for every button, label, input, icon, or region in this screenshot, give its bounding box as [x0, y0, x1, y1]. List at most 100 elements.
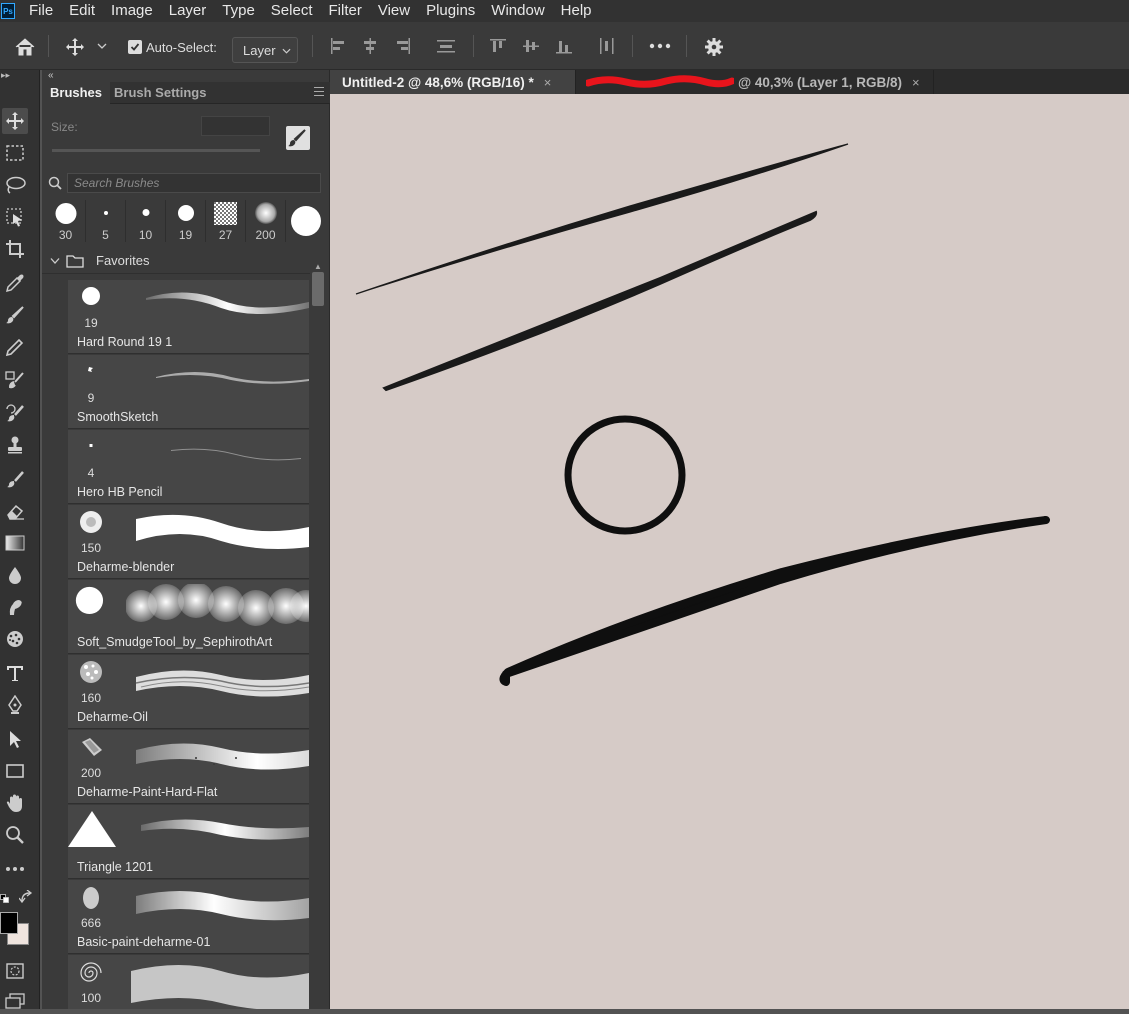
clone-brush-icon[interactable]	[2, 366, 28, 392]
dodge-sponge-icon[interactable]	[2, 626, 28, 652]
brush-pencil-icon	[288, 129, 306, 147]
circle-stroke	[564, 415, 686, 535]
type-tool-icon[interactable]	[2, 660, 28, 686]
menu-type[interactable]: Type	[214, 0, 263, 22]
tab-untitled-2[interactable]: Untitled-2 @ 48,6% (RGB/16) * ×	[330, 70, 576, 94]
pencil-icon[interactable]	[2, 334, 28, 360]
tab-document-2[interactable]: @ 40,3% (Layer 1, RGB/8) ×	[576, 70, 934, 94]
stamp-icon[interactable]	[2, 432, 28, 458]
menu-file[interactable]: File	[21, 0, 61, 22]
menu-window[interactable]: Window	[483, 0, 552, 22]
preset-brush[interactable]: 10	[126, 200, 166, 242]
list-item[interactable]: 150 Deharme-blender	[68, 505, 309, 579]
document-canvas[interactable]	[330, 94, 1129, 1009]
preset-brush[interactable]: 27	[206, 200, 246, 242]
list-item[interactable]: 160 Deharme-Oil	[68, 655, 309, 729]
auto-select-label: Auto-Select:	[146, 39, 217, 55]
brush-presets: 30 5 10 19 27 200	[46, 200, 326, 242]
object-selection-icon[interactable]	[2, 204, 28, 230]
hand-tool-icon[interactable]	[2, 790, 28, 816]
move-tool-icon[interactable]	[2, 108, 28, 134]
auto-select-checkbox[interactable]	[128, 40, 142, 54]
brush-icon[interactable]	[2, 302, 28, 328]
history-brush-icon[interactable]	[2, 400, 28, 426]
chevron-down-icon[interactable]	[96, 40, 108, 52]
gear-icon[interactable]	[702, 35, 726, 59]
screen-mode-icon[interactable]	[2, 988, 28, 1014]
preset-brush[interactable]: 30	[46, 200, 86, 242]
default-colors-icon[interactable]	[0, 891, 10, 903]
pen-tool-icon[interactable]	[2, 692, 28, 718]
rectangular-marquee-icon[interactable]	[2, 140, 28, 166]
eraser-icon[interactable]	[2, 498, 28, 524]
toolbar-collapse-icon[interactable]: ▸▸	[1, 70, 10, 81]
list-item[interactable]: 200 Deharme-Paint-Hard-Flat	[68, 730, 309, 804]
menu-image[interactable]: Image	[103, 0, 161, 22]
search-input[interactable]	[67, 173, 321, 193]
list-item[interactable]: 9 SmoothSketch	[68, 355, 309, 429]
art-history-brush-icon[interactable]	[2, 466, 28, 492]
list-item[interactable]: 19 Hard Round 19 1	[68, 280, 309, 354]
close-icon[interactable]: ×	[544, 75, 552, 90]
path-selection-icon[interactable]	[2, 726, 28, 752]
close-icon[interactable]: ×	[912, 75, 920, 90]
document-tabs: Untitled-2 @ 48,6% (RGB/16) * × @ 40,3% …	[330, 70, 1129, 94]
home-icon[interactable]	[12, 34, 38, 60]
distribute-horizontal-icon[interactable]	[596, 36, 618, 56]
list-item[interactable]: 100	[68, 955, 309, 1009]
eyedropper-icon[interactable]	[2, 270, 28, 296]
align-left-icon[interactable]	[328, 36, 348, 56]
smudge-icon[interactable]	[2, 594, 28, 620]
size-input[interactable]	[201, 116, 270, 136]
swap-colors-icon[interactable]	[18, 889, 33, 904]
tab-brushes[interactable]: Brushes	[42, 82, 111, 104]
menu-help[interactable]: Help	[553, 0, 600, 22]
lasso-icon[interactable]	[2, 172, 28, 198]
search-icon	[48, 176, 62, 190]
edit-toolbar-icon[interactable]	[2, 856, 28, 882]
menu-plugins[interactable]: Plugins	[418, 0, 483, 22]
distribute-vertical-icon[interactable]	[435, 36, 457, 56]
tab-brush-settings[interactable]: Brush Settings	[106, 82, 214, 104]
menu-edit[interactable]: Edit	[61, 0, 103, 22]
align-middle-icon[interactable]	[521, 36, 541, 56]
menu-layer[interactable]: Layer	[161, 0, 215, 22]
menu-select[interactable]: Select	[263, 0, 321, 22]
folder-favorites[interactable]: Favorites	[42, 248, 310, 274]
zoom-icon[interactable]	[2, 822, 28, 848]
list-item[interactable]: 666 Basic-paint-deharme-01	[68, 880, 309, 954]
brush-size: 150	[80, 541, 102, 555]
preset-brush[interactable]: 19	[166, 200, 206, 242]
scrollbar-thumb[interactable]	[312, 272, 324, 306]
foreground-color-swatch[interactable]	[0, 912, 18, 934]
align-center-icon[interactable]	[360, 36, 380, 56]
menu-filter[interactable]: Filter	[321, 0, 370, 22]
align-top-icon[interactable]	[488, 36, 508, 56]
preset-brush[interactable]	[286, 200, 326, 242]
move-tool-icon[interactable]	[62, 34, 88, 60]
layer-select-value: Layer	[243, 42, 276, 58]
gradient-icon[interactable]	[2, 530, 28, 556]
list-item[interactable]: Triangle 1201	[68, 805, 309, 879]
list-item[interactable]: Soft_SmudgeTool_by_SephirothArt	[68, 580, 309, 654]
blur-icon[interactable]	[2, 562, 28, 588]
crop-icon[interactable]	[2, 236, 28, 262]
preset-brush[interactable]: 5	[86, 200, 126, 242]
menu-view[interactable]: View	[370, 0, 418, 22]
layer-select-dropdown[interactable]: Layer	[232, 37, 298, 63]
size-slider[interactable]	[52, 149, 260, 152]
more-options-icon[interactable]	[648, 36, 672, 56]
rectangle-tool-icon[interactable]	[2, 758, 28, 784]
align-bottom-icon[interactable]	[554, 36, 574, 56]
brush-mode-button[interactable]	[286, 126, 310, 150]
brush-list-scrollbar[interactable]: ▲	[310, 262, 326, 1009]
options-bar: Auto-Select: Layer	[0, 22, 1129, 70]
list-item[interactable]: 4 Hero HB Pencil	[68, 430, 309, 504]
quick-mask-icon[interactable]	[2, 958, 28, 984]
panel-menu-icon[interactable]	[314, 87, 324, 96]
align-right-icon[interactable]	[393, 36, 413, 56]
brush-tip-icon	[82, 738, 102, 756]
scroll-up-icon[interactable]: ▲	[314, 262, 322, 271]
redaction-scribble	[586, 75, 734, 88]
preset-brush[interactable]: 200	[246, 200, 286, 242]
